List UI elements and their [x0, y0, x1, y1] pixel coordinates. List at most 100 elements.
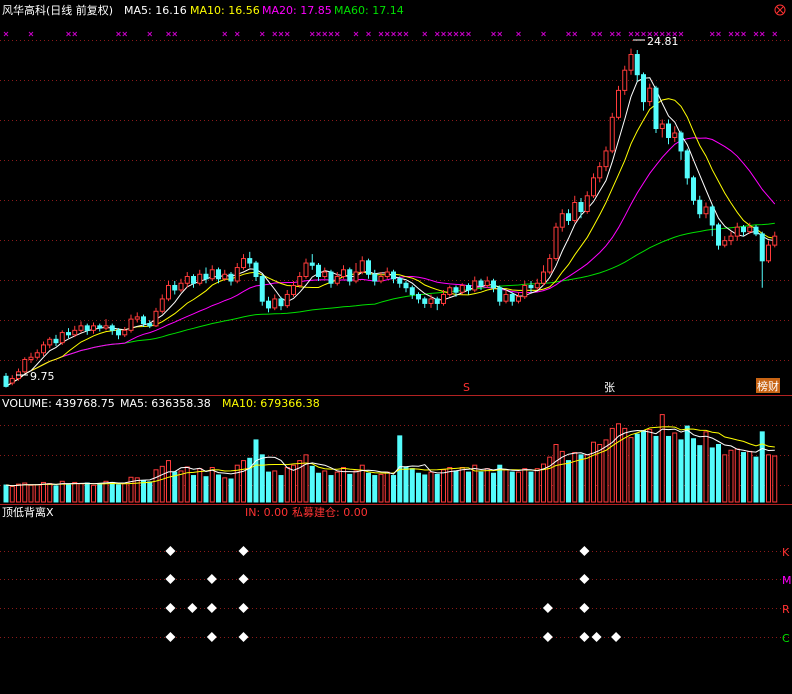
candle-body	[584, 195, 590, 212]
volume-bar	[166, 460, 171, 503]
candle-body	[541, 271, 546, 284]
volume-bar	[684, 425, 690, 503]
volume-bar	[716, 444, 721, 503]
volume-bar	[647, 429, 653, 503]
volume-bar	[428, 471, 434, 503]
volume-bar	[547, 456, 553, 503]
volume-bar	[103, 480, 109, 503]
candle-body	[759, 233, 765, 262]
candle-body	[547, 258, 553, 273]
volume-bar	[284, 467, 290, 503]
volume-bar	[316, 472, 321, 503]
candle-body	[697, 199, 703, 215]
ma5-label: MA5: 16.16	[124, 4, 187, 17]
candle-body	[609, 116, 615, 152]
volume-bar	[772, 455, 778, 503]
candle-body	[422, 298, 428, 304]
candle-body	[84, 325, 90, 331]
report-badge-label: 榜财	[757, 379, 779, 393]
row-label-c: C	[782, 632, 790, 645]
candle-body	[684, 150, 690, 179]
candle-body	[141, 316, 146, 325]
volume-bar	[678, 439, 684, 503]
candle-body	[34, 352, 40, 358]
volume-bar	[97, 483, 103, 503]
candle-body	[216, 269, 221, 280]
candle-body	[322, 271, 328, 278]
candle-body	[659, 123, 665, 130]
volume-bar	[591, 441, 596, 503]
volume-bar	[391, 475, 396, 503]
candle-body	[459, 284, 465, 293]
candle-body	[653, 87, 659, 130]
candle-body	[303, 262, 309, 278]
candle-body	[453, 287, 459, 293]
volume-bar	[409, 468, 415, 503]
candle-body	[397, 278, 403, 284]
volume-bar	[191, 475, 196, 503]
candle-body	[59, 332, 65, 344]
candle	[622, 65, 628, 95]
volume-bar	[272, 470, 278, 503]
volume-bar	[709, 447, 715, 503]
volume-bar	[728, 449, 734, 503]
volume-bar	[534, 468, 540, 503]
volume-bar	[222, 477, 228, 503]
candle-body	[203, 273, 209, 280]
volume-bar	[334, 471, 340, 503]
candle-body	[272, 298, 278, 309]
volume-bar	[34, 484, 40, 503]
candle-body	[466, 284, 471, 291]
volume-bar	[197, 468, 203, 503]
candle-body	[91, 325, 96, 331]
candle-body	[434, 298, 440, 304]
volume-bar	[666, 435, 671, 503]
candle-body	[628, 54, 634, 71]
signal-s: S	[463, 381, 470, 394]
candle-body	[78, 325, 84, 331]
candle-body	[197, 273, 203, 284]
candle-body	[166, 284, 171, 300]
volume-bar	[478, 471, 484, 503]
volume-bar	[622, 427, 628, 503]
volume-bar	[84, 482, 90, 503]
volume-bar	[741, 452, 746, 503]
volume-bar	[503, 469, 509, 503]
volume-bar	[353, 470, 359, 503]
volume-bar	[434, 473, 440, 503]
candle-body	[741, 226, 746, 233]
candle-body	[28, 356, 34, 360]
volume-bar	[278, 475, 284, 503]
candle-body	[766, 244, 771, 262]
volume-bar	[147, 481, 153, 503]
candle-body	[241, 258, 246, 269]
candle	[59, 330, 65, 345]
candle-body	[616, 89, 621, 118]
volume-bar	[459, 467, 465, 503]
candle-body	[128, 318, 134, 331]
candle-body	[184, 276, 190, 284]
candle-body	[191, 276, 196, 284]
volume-bar	[247, 457, 253, 503]
candle-body	[97, 325, 103, 329]
candle-body	[772, 235, 778, 246]
candle-body	[734, 226, 740, 237]
volume-bar	[553, 444, 559, 503]
volume-bar	[559, 450, 565, 503]
candle-body	[309, 262, 315, 266]
volume-bar	[372, 475, 378, 503]
candle-body	[366, 260, 371, 275]
candle-body	[503, 293, 509, 302]
volume-bar	[91, 484, 96, 503]
candle-body	[672, 132, 678, 138]
volume-bar	[266, 471, 271, 503]
volume-bar	[634, 433, 640, 503]
volume-bar	[322, 470, 328, 503]
volume-bar	[253, 439, 259, 503]
candle-body	[491, 280, 496, 289]
volume-bar	[216, 474, 221, 503]
candle-body	[416, 293, 421, 300]
candle-body	[9, 378, 15, 384]
candle-body	[553, 226, 559, 260]
candle-body	[634, 54, 640, 76]
